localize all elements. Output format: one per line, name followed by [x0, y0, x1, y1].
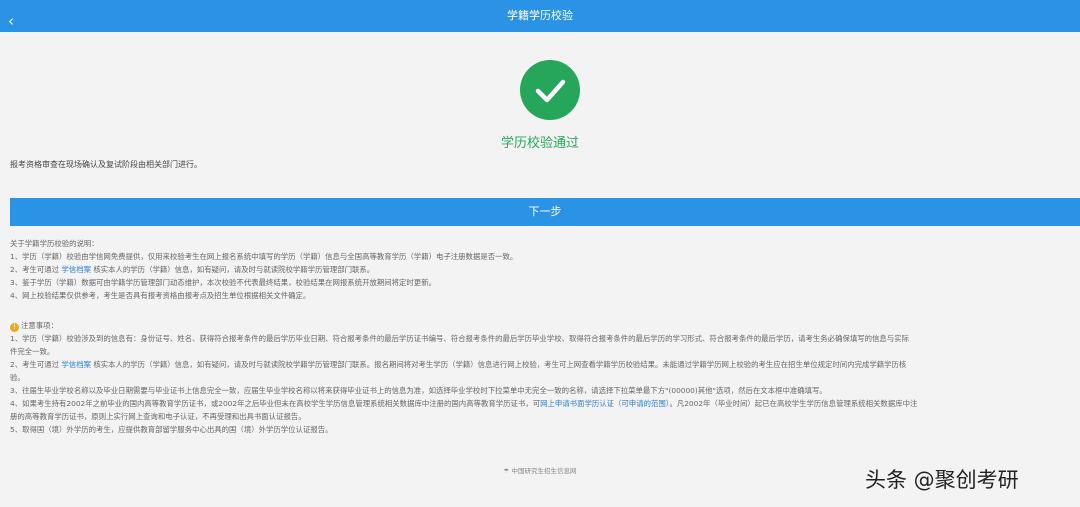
notice-item-cont: 验。 [10, 373, 25, 382]
qualification-note: 报考资格审查在现场确认及复试阶段由相关部门进行。 [10, 160, 202, 169]
watermark: 头条 @聚创考研 [865, 468, 1019, 492]
explanation-section: 关于学籍学历校验的说明： 1、学历（学籍）校验由学信网免费提供，仅用来校验考生在… [10, 237, 1076, 302]
notice-title: ! 注意事项： [10, 319, 1076, 332]
explanation-item: 1、学历（学籍）校验由学信网免费提供，仅用来校验考生在网上报名系统中填写的学历（… [10, 252, 518, 261]
explanation-item: 2、考生可通过 学信档案 核实本人的学历（学籍）信息，如有疑问，请及时与就读院校… [10, 265, 375, 274]
explanation-item: 3、鉴于学历（学籍）数据可由学籍学历管理部门动态维护，本次校验不代表最终结果，校… [10, 278, 436, 287]
checkmark-icon [535, 79, 566, 103]
notice-item: 2、考生可通过 学信档案 核实本人的学历（学籍）信息，如有疑问，请及时与就读院校… [10, 360, 907, 369]
explanation-item: 4、网上校验结果仅供参考，考生是否具有报考资格由报考点及招生单位根据相关文件确定… [10, 291, 311, 300]
notice-item: 4、如果考生持有2002年之前毕业的国内高等教育学历证书，或2002年之后毕业但… [10, 399, 918, 408]
verification-status: 学历校验通过 [500, 136, 579, 151]
notice-item: 3、往届生毕业学校名称以及毕业日期需要与毕业证书上信息完全一致，应届生毕业学校名… [10, 386, 827, 395]
explanation-title: 关于学籍学历校验的说明： [10, 239, 99, 248]
next-step-button[interactable]: 下一步 [10, 198, 1080, 226]
notice-item-cont: 册的高等教育学历证书，原则上实行网上查询和电子认证，不再受理和出具书面认证报告。 [10, 412, 306, 421]
top-bar: ‹ 学籍学历校验 [0, 0, 1080, 32]
check-circle-icon [520, 60, 580, 120]
site-logo-icon: ☂ [503, 467, 510, 475]
xuexin-archive-link[interactable]: 学信档案 [61, 360, 91, 369]
notice-item: 5、取得国（境）外学历的考生，应提供教育部留学服务中心出具的国（境）外学历学位认… [10, 425, 333, 434]
notice-section: ! 注意事项： 1、学历（学籍）校验涉及到的信息有：身份证号、姓名、获得符合报考条… [10, 319, 1076, 436]
certification-apply-link[interactable]: 网上申请书面学历认证（可申请的范围） [540, 399, 669, 408]
page-title: 学籍学历校验 [507, 9, 573, 22]
notice-item-cont: 件完全一致。 [10, 347, 55, 356]
notice-item: 1、学历（学籍）校验涉及到的信息有：身份证号、姓名、获得符合报考条件的最后学历毕… [10, 334, 909, 343]
xuexin-archive-link[interactable]: 学信档案 [61, 265, 91, 274]
warning-icon: ! [10, 323, 19, 332]
footer-site-name: 中国研究生招生信息网 [511, 467, 577, 475]
